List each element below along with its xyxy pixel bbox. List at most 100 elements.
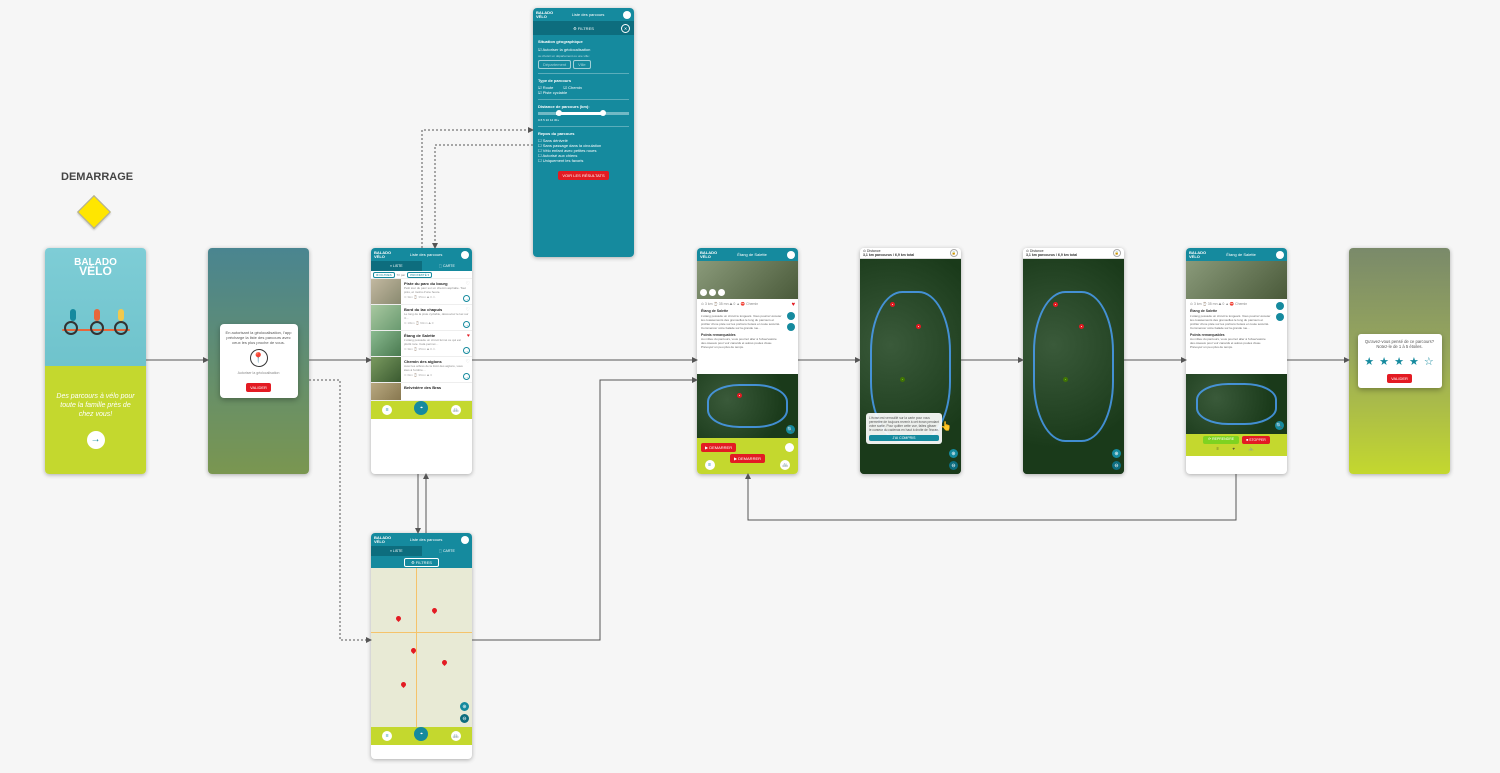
start-label: DEMARRAGE [61,171,133,183]
crit-checkbox[interactable]: ☐ [538,158,542,163]
ville-input[interactable]: Ville [573,60,591,69]
nav-bike-icon[interactable]: 🚲 [451,405,461,415]
action-icon[interactable] [1276,302,1284,310]
header-title: Liste des parcours [410,537,443,542]
photo-thumb[interactable] [700,289,707,296]
action-icon[interactable] [1276,313,1284,321]
list-item[interactable]: Piste du parc du bourgPetit tour du parc… [371,279,472,305]
nav-list-icon[interactable]: ≡ [705,460,715,470]
search-fab[interactable]: 🔍 [1275,421,1284,430]
nav-bike-icon[interactable]: 🚲 [451,731,461,741]
rating-validate-button[interactable]: VALIDER [1387,374,1412,383]
end-map[interactable]: 🔍 [1186,374,1287,434]
section-geo: Situation géographique [538,39,629,44]
geoloc-validate-button[interactable]: VALIDER [246,383,271,392]
download-icon[interactable] [787,323,795,331]
detail-map[interactable]: 🔍 [697,374,798,438]
nav-locate-icon[interactable]: ⌖ [414,727,428,741]
type-piste-checkbox[interactable]: ☑ [538,90,542,95]
filters-button[interactable]: ⚙ FILTRES [404,558,439,567]
dept-input[interactable]: Département [538,60,571,69]
section-criteria: Repos du parcours [538,131,629,136]
logo-bottom: VÉLO [79,264,112,278]
list-item[interactable]: Chemin des aiglonsAvec les arbres de la … [371,357,472,383]
lock-icon[interactable]: 🔒 [950,249,958,257]
map-pin-icon[interactable] [395,615,402,622]
nav-locate-icon[interactable]: ⌖ [414,401,428,415]
resume-button[interactable]: ⟳ REPRENDRE [1203,436,1239,444]
tab-list[interactable]: ≡ LISTE [371,546,422,556]
map-pin-icon[interactable] [431,607,438,614]
nav-map[interactable]: L'écran est verrouillé sur la carte pour… [860,259,961,474]
see-results-button[interactable]: VOIR LES RÉSULTATS [558,171,608,180]
zoom-fab[interactable]: ⊖ [460,714,469,723]
nav-list-icon[interactable]: ≡ [1217,446,1225,454]
route-desc: L'étang possède un circuit le longeant. … [701,314,794,330]
locate-fab[interactable]: ⊕ [1112,449,1121,458]
locate-fab[interactable]: ⊕ [949,449,958,458]
nav-bike-icon[interactable]: 🚲 [780,460,790,470]
geoloc-consent: Autoriser la géolocalisation [226,371,292,375]
map-pin-icon[interactable] [400,681,407,688]
understood-button[interactable]: J'AI COMPRIS [869,435,939,441]
star-rating[interactable]: ★ ★ ★ ★ ☆ [1363,355,1437,368]
header-logo: BALADOVÉLO [1189,251,1206,259]
rating-question: Qu'avez-vous pensé de ce parcours? Notez… [1363,339,1437,349]
list-item[interactable]: Bord du lac chapuisLe long de la piste c… [371,305,472,331]
header-logo: BALADOVÉLO [700,251,717,259]
go-icon[interactable]: → [463,295,470,302]
header-title: Étang de Salette [737,252,767,257]
stop-button[interactable]: ■ STOPPER [1242,436,1270,444]
road-map[interactable]: ⊕ ⊖ [371,568,472,727]
zoom-fab[interactable]: ⊖ [1112,461,1121,470]
nav-list-icon[interactable]: ≡ [382,405,392,415]
tagline: Des parcours à vélo pour toute la famill… [53,392,138,419]
swipe-hand-icon: 👆 [941,421,952,432]
list-item[interactable]: Étang de SaletteL'étang possède un circu… [371,331,472,357]
distance-marks: 0-5 5 10 12 30+ [538,118,629,122]
avatar-icon[interactable] [461,251,469,259]
avatar-icon[interactable] [623,11,631,19]
nav-locate-icon[interactable]: ⌖ [1233,446,1241,454]
photo-thumb[interactable] [718,289,725,296]
header-logo: BALADOVÉLO [374,536,391,544]
tab-list[interactable]: ≡ LISTE [371,261,422,271]
screen-splash: BALADO VÉLO Des parcours à vélo pour tou… [45,248,146,474]
list-item[interactable]: Belvédère des Bras [371,383,472,401]
close-icon[interactable]: ✕ [621,24,630,33]
nav-bike-icon[interactable] [785,443,794,452]
avatar-icon[interactable] [787,251,795,259]
heart-icon[interactable]: ♥ [467,333,470,339]
zoom-fab[interactable]: ⊖ [949,461,958,470]
next-arrow-button[interactable]: → [87,431,105,449]
lock-icon[interactable]: 🔒 [1113,249,1121,257]
go-icon[interactable]: → [463,373,470,380]
go-icon[interactable]: → [463,347,470,354]
filters-button[interactable]: ⚙ FILTRES [373,272,395,278]
nav-bike-icon[interactable]: 🚲 [1249,446,1257,454]
map-pin-icon[interactable] [441,659,448,666]
start-button[interactable]: ▶ DEMARRER [701,443,736,452]
photo-thumb[interactable] [709,289,716,296]
route-list: Piste du parc du bourgPetit tour du parc… [371,279,472,401]
tab-map[interactable]: ⬚ CARTE [422,261,473,271]
heart-icon[interactable]: ♥ [791,302,795,308]
locate-fab[interactable]: ⊕ [460,702,469,711]
share-icon[interactable] [787,312,795,320]
tab-map[interactable]: ⬚ CARTE [422,546,473,556]
sort-dropdown[interactable]: PROXIMITÉ ▾ [407,272,432,278]
search-fab[interactable]: 🔍 [786,425,795,434]
nav-list-icon[interactable]: ≡ [382,731,392,741]
distance-slider[interactable] [538,112,629,115]
nav-map[interactable]: ⊕ ⊖ [1023,259,1124,474]
map-pin-icon[interactable] [410,646,417,653]
avatar-icon[interactable] [461,536,469,544]
screen-geoloc: En autorisant la géolocalisation, l'app … [208,248,309,474]
start-button-overlay[interactable]: ▶ DEMARRER [730,454,765,463]
heart-icon[interactable]: ♡ [466,281,470,287]
avatar-icon[interactable] [1276,251,1284,259]
heart-icon[interactable]: ♡ [466,359,470,365]
go-icon[interactable]: → [463,321,470,328]
section-type: Type de parcours [538,78,629,83]
heart-icon[interactable]: ♡ [466,307,470,313]
